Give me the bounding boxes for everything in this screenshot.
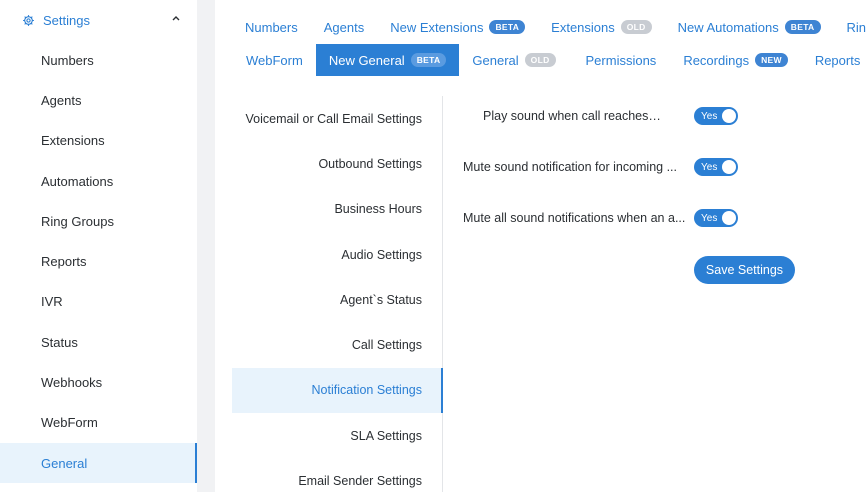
tab-permissions[interactable]: Permissions: [569, 44, 670, 76]
section-agent-status[interactable]: Agent`s Status: [232, 277, 442, 322]
section-business-hours[interactable]: Business Hours: [232, 187, 442, 232]
tab-new-automations[interactable]: New Automations BETA: [665, 12, 834, 42]
sidebar-item-label: WebForm: [41, 415, 98, 431]
sidebar-item-label: Extensions: [41, 133, 105, 149]
setting-row: Play sound when call reaches queue?: [483, 104, 663, 128]
section-label: Business Hours: [334, 202, 422, 217]
section-label: Agent`s Status: [340, 292, 422, 307]
section-email-sender[interactable]: Email Sender Settings: [232, 458, 442, 492]
toggle-label: Yes: [701, 161, 718, 173]
beta-badge: BETA: [410, 53, 447, 67]
toggle-knob: [722, 160, 736, 174]
sidebar-item-label: Status: [41, 334, 78, 350]
beta-badge: BETA: [784, 20, 821, 34]
sidebar-item-label: Reports: [41, 254, 87, 270]
sidebar-item-label: Numbers: [41, 52, 94, 68]
sidebar-item-automations[interactable]: Automations: [0, 161, 197, 201]
tab-label: Agents: [323, 19, 365, 35]
sidebar-item-ivr[interactable]: IVR: [0, 282, 197, 322]
tab-label: New Extensions: [390, 19, 484, 35]
toggle-knob: [722, 109, 736, 123]
tabs-row-secondary: WebForm New General BETA General OLD Permi…: [233, 44, 866, 76]
sidebar-settings-header[interactable]: Settings: [0, 0, 197, 40]
tabs-row-primary: Numbers Agents New Extensions BETA Extens…: [232, 12, 866, 42]
tab-numbers[interactable]: Numbers: [232, 12, 311, 42]
mute-all-toggle[interactable]: Yes: [694, 209, 738, 227]
section-outbound[interactable]: Outbound Settings: [232, 141, 442, 186]
toggle-knob: [722, 211, 736, 225]
gear-icon: [22, 14, 35, 27]
new-badge: NEW: [755, 53, 788, 67]
sidebar-item-ring-groups[interactable]: Ring Groups: [0, 201, 197, 241]
sidebar-item-webform[interactable]: WebForm: [0, 403, 197, 443]
setting-row: Mute all sound notifications when an a..…: [463, 206, 688, 230]
tab-new-extensions[interactable]: New Extensions BETA: [377, 12, 538, 42]
tab-label: General: [472, 52, 519, 68]
section-label: Voicemail or Call Email Settings: [245, 111, 422, 126]
sidebar-list: Numbers Agents Extensions Automations Ri…: [0, 40, 197, 484]
section-sla[interactable]: SLA Settings: [232, 413, 442, 458]
section-label: Notification Settings: [311, 383, 422, 398]
tab-label: WebForm: [246, 52, 303, 68]
tab-label: Ring Gro: [846, 19, 866, 35]
section-label: Outbound Settings: [318, 156, 422, 171]
save-settings-button[interactable]: Save Settings: [694, 256, 795, 284]
sidebar-item-label: General: [41, 455, 88, 471]
tab-label: New Automations: [677, 19, 779, 35]
sidebar-item-general[interactable]: General: [0, 442, 197, 484]
beta-badge: BETA: [489, 20, 526, 34]
section-voicemail-email[interactable]: Voicemail or Call Email Settings: [232, 96, 442, 141]
toggle-label: Yes: [701, 110, 718, 122]
sidebar-header-label: Settings: [43, 12, 90, 28]
section-call[interactable]: Call Settings: [232, 322, 442, 367]
tab-label: Numbers: [245, 19, 298, 35]
tab-reports[interactable]: Reports: [801, 44, 866, 76]
chevron-up-icon[interactable]: [171, 13, 181, 23]
tab-webform[interactable]: WebForm: [233, 44, 316, 76]
sidebar-item-label: Webhooks: [41, 375, 103, 391]
tab-label: Extensions: [551, 19, 615, 35]
queue-sound-toggle[interactable]: Yes: [694, 107, 738, 125]
sidebar-item-webhooks[interactable]: Webhooks: [0, 362, 197, 402]
sidebar-item-numbers[interactable]: Numbers: [0, 40, 197, 80]
section-label: Email Sender Settings: [298, 474, 422, 489]
old-badge: OLD: [524, 53, 556, 67]
setting-label: Mute all sound notifications when an a..…: [463, 211, 686, 225]
section-notification[interactable]: Notification Settings: [232, 367, 443, 414]
tab-ring-groups[interactable]: Ring Gro: [834, 12, 866, 42]
mute-incoming-toggle[interactable]: Yes: [694, 158, 738, 176]
tab-general[interactable]: General OLD: [459, 44, 568, 76]
section-audio[interactable]: Audio Settings: [232, 232, 442, 277]
sidebar-item-extensions[interactable]: Extensions: [0, 121, 197, 161]
tab-extensions[interactable]: Extensions OLD: [538, 12, 664, 42]
tab-agents[interactable]: Agents: [311, 12, 377, 42]
setting-row: Mute sound notification for incoming ...: [463, 155, 688, 179]
settings-section-nav: Voicemail or Call Email Settings Outboun…: [232, 96, 443, 492]
sidebar-item-label: Automations: [41, 173, 114, 189]
section-label: SLA Settings: [350, 428, 422, 443]
sidebar-item-agents[interactable]: Agents: [0, 80, 197, 120]
setting-label: Play sound when call reaches queue?: [483, 109, 663, 123]
tab-label: Permissions: [585, 52, 657, 68]
sidebar-item-status[interactable]: Status: [0, 322, 197, 362]
section-label: Call Settings: [351, 338, 422, 353]
sidebar-item-label: Agents: [41, 92, 82, 108]
tab-recordings[interactable]: Recordings NEW: [669, 44, 801, 76]
sidebar-item-label: Ring Groups: [41, 213, 114, 229]
tab-new-general[interactable]: New General BETA: [315, 44, 460, 76]
tab-label: Recordings: [683, 52, 750, 68]
main-panel: Numbers Agents New Extensions BETA Extens…: [215, 0, 866, 492]
tab-label: New General: [328, 52, 405, 68]
old-badge: OLD: [620, 20, 652, 34]
sidebar: Settings Numbers Agents Extensions Autom…: [0, 0, 197, 492]
setting-label: Mute sound notification for incoming ...: [463, 160, 678, 174]
section-label: Audio Settings: [341, 247, 422, 262]
tab-label: Reports: [814, 52, 861, 68]
sidebar-item-reports[interactable]: Reports: [0, 241, 197, 281]
sidebar-item-label: IVR: [41, 294, 63, 310]
toggle-label: Yes: [701, 212, 718, 224]
